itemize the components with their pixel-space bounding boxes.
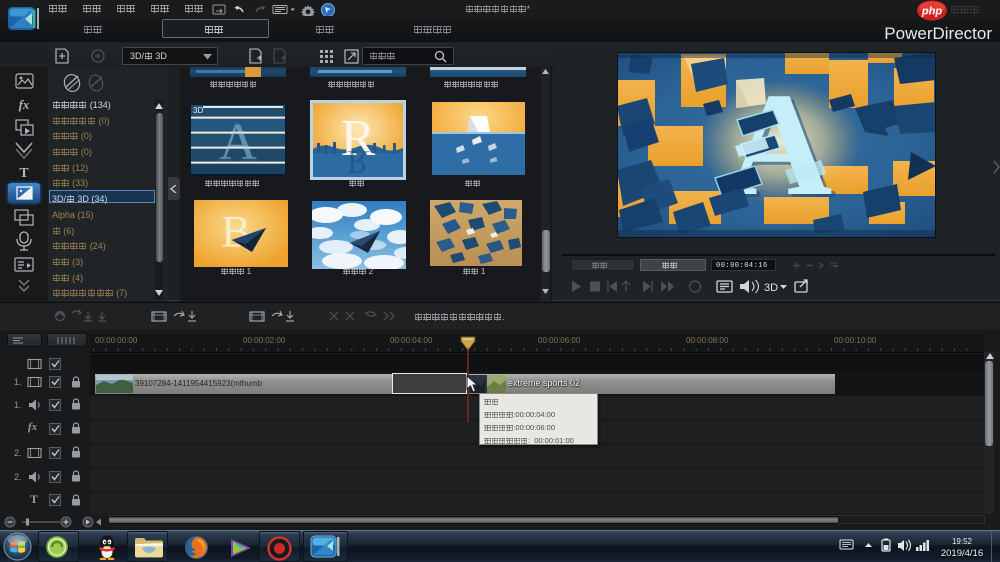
svg-text:R: R [347, 143, 370, 180]
svg-text:A: A [219, 114, 257, 171]
svg-text:3D: 3D [193, 106, 203, 115]
svg-text:fx: fx [19, 97, 30, 112]
svg-text:B: B [221, 207, 250, 256]
svg-text:php: php [921, 6, 942, 18]
svg-text:T: T [19, 166, 29, 181]
svg-text:3D: 3D [764, 282, 778, 294]
